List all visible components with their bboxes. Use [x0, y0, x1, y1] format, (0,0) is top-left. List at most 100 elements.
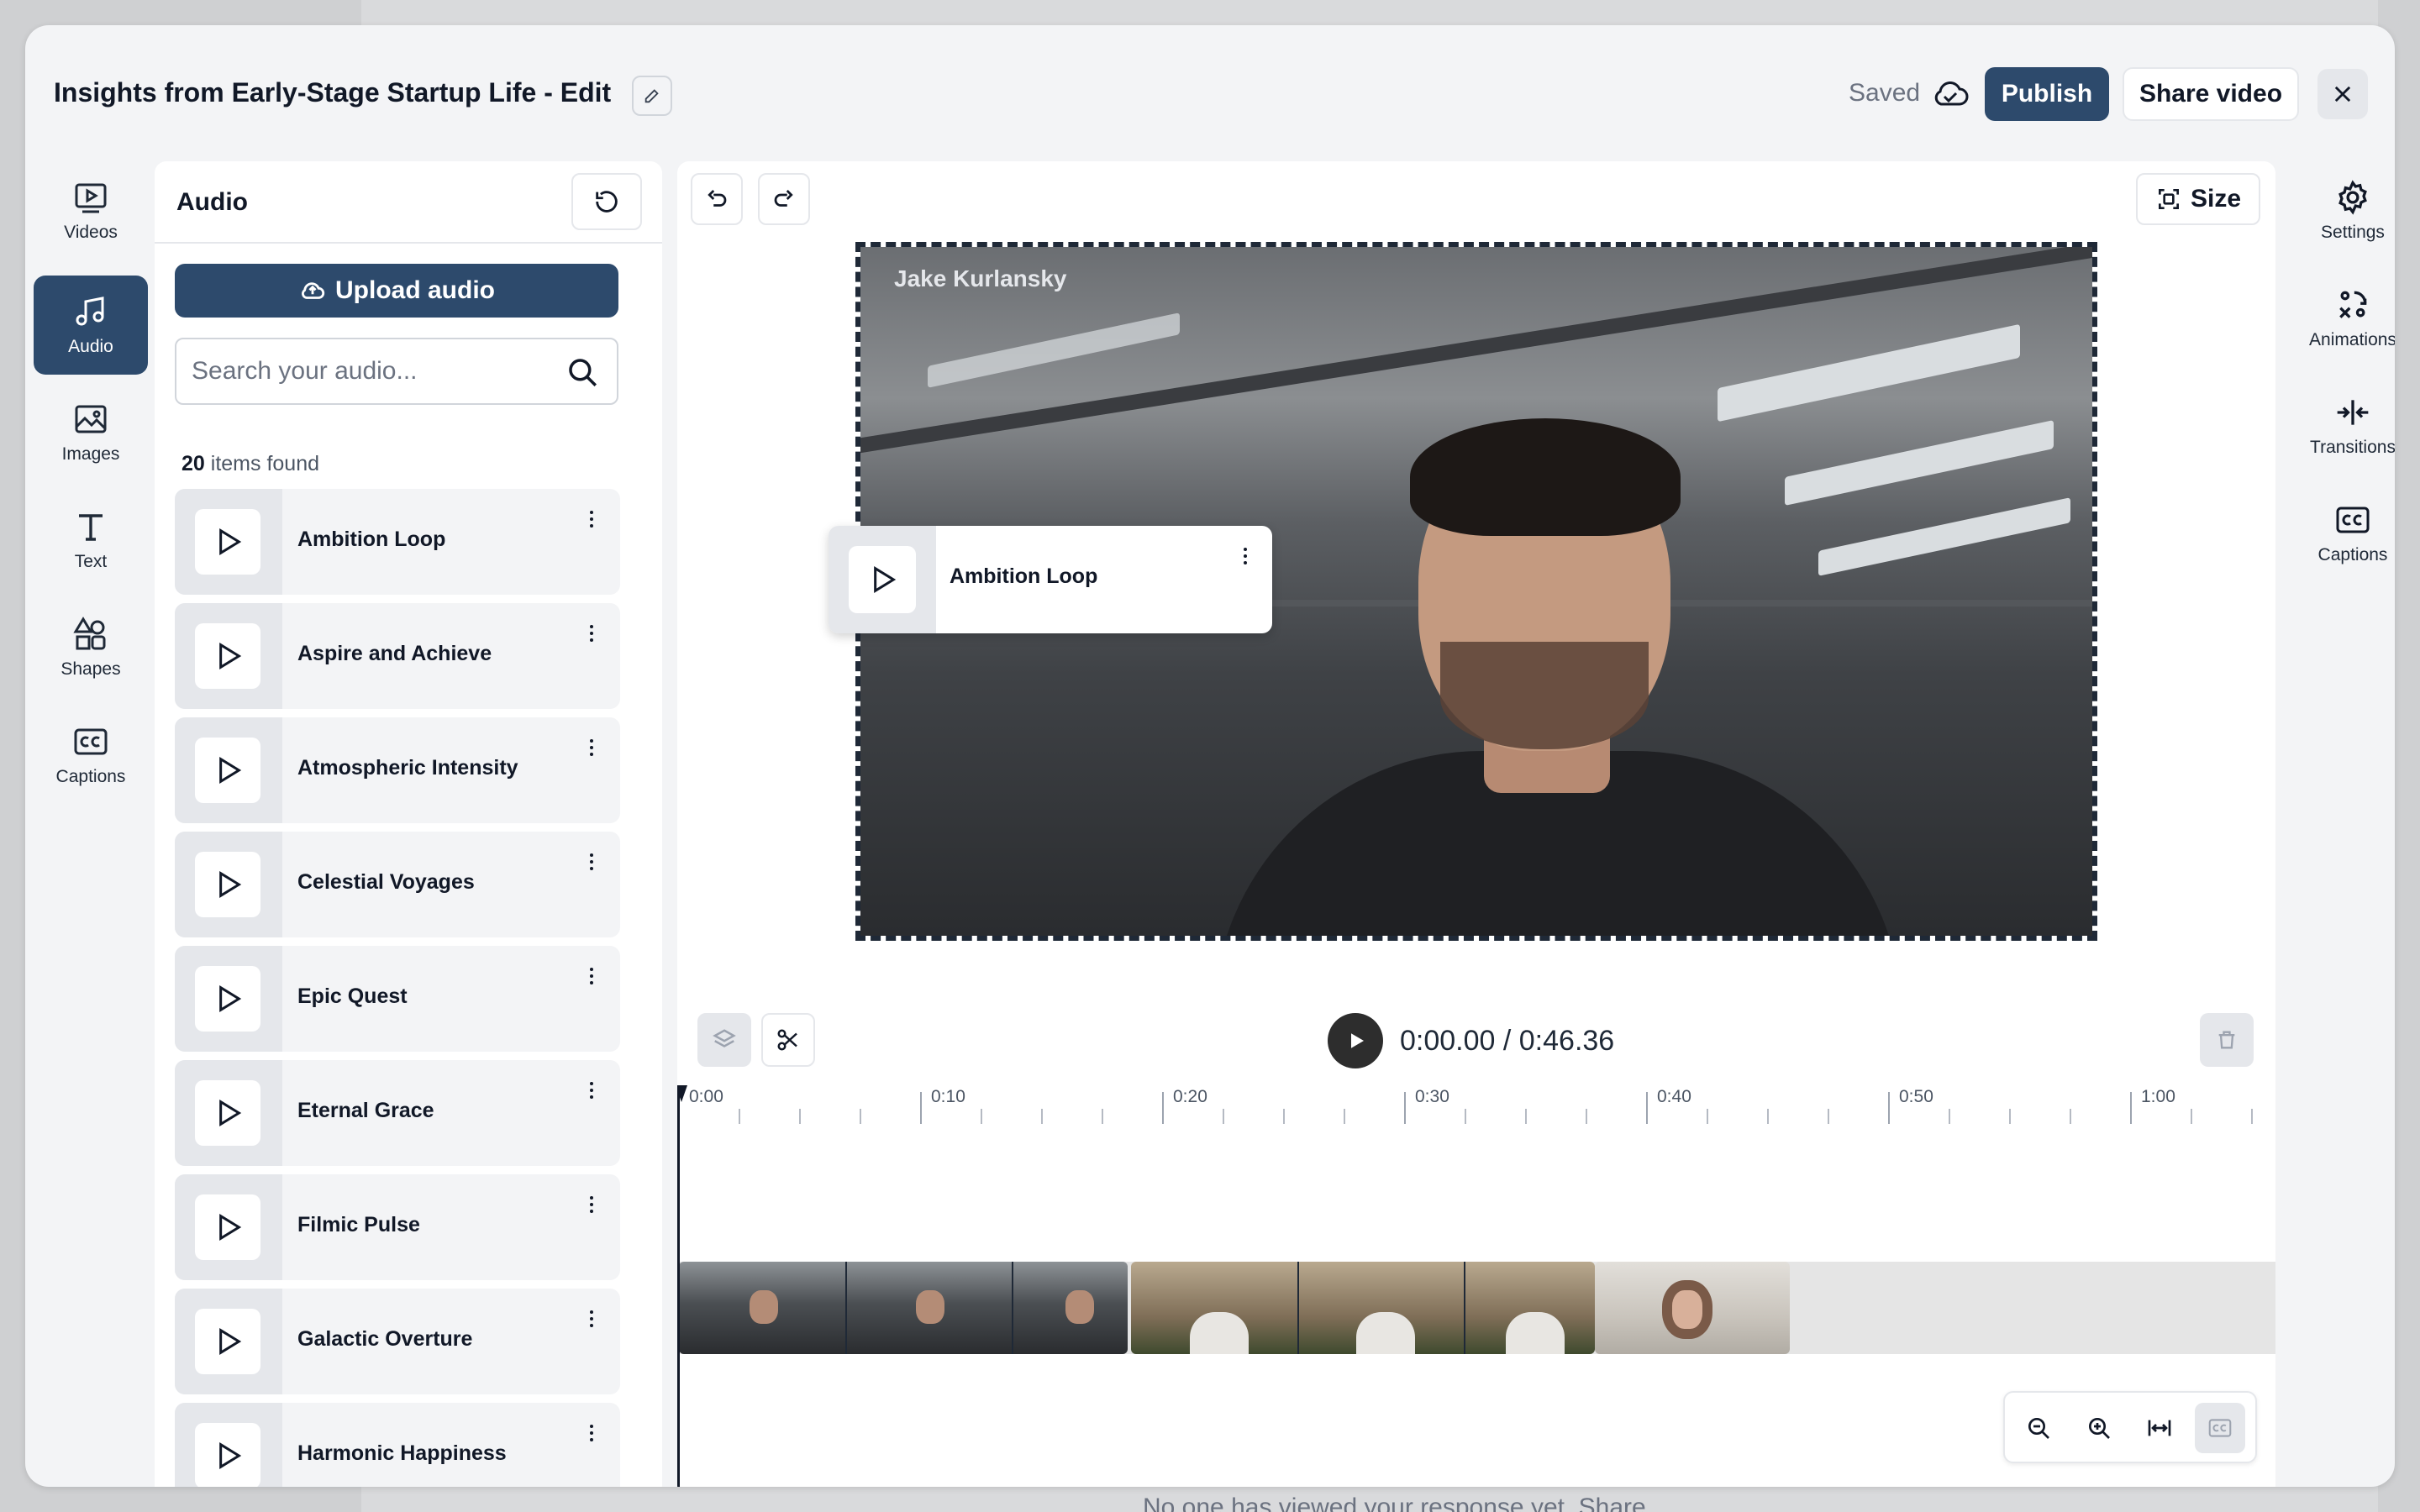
- audio-track-name: Filmic Pulse: [297, 1213, 420, 1236]
- audio-list-item[interactable]: Celestial Voyages: [175, 832, 620, 937]
- play-button[interactable]: [195, 623, 260, 689]
- audio-list-item[interactable]: Galactic Overture: [175, 1289, 620, 1394]
- zoom-out-button[interactable]: [2013, 1403, 2064, 1453]
- split-button[interactable]: [761, 1013, 815, 1067]
- play-icon: [219, 1099, 242, 1127]
- transition-icon: [2337, 400, 2369, 425]
- play-button[interactable]: [195, 1423, 260, 1487]
- audio-list-item[interactable]: Atmospheric Intensity: [175, 717, 620, 823]
- more-options-button[interactable]: [575, 731, 608, 764]
- rail-item-transitions[interactable]: Transitions: [2294, 376, 2395, 475]
- play-button[interactable]: [195, 738, 260, 803]
- items-count-suffix: items found: [210, 452, 320, 475]
- fit-width-icon: [2148, 1420, 2171, 1436]
- rail-label: Captions: [55, 767, 126, 786]
- audio-list-item[interactable]: Eternal Grace: [175, 1060, 620, 1166]
- more-options-button[interactable]: [575, 617, 608, 650]
- play-icon: [219, 528, 242, 556]
- delete-button[interactable]: [2200, 1013, 2254, 1067]
- more-options-button[interactable]: [575, 845, 608, 879]
- dragged-audio-card[interactable]: Ambition Loop: [829, 526, 1272, 633]
- reset-button[interactable]: [571, 173, 642, 230]
- publish-button[interactable]: Publish: [1985, 67, 2109, 121]
- audio-track-name: Atmospheric Intensity: [297, 756, 518, 780]
- rail-item-captions-right[interactable]: Captions: [2294, 484, 2395, 583]
- rail-item-audio[interactable]: Audio: [34, 276, 148, 375]
- rail-item-text[interactable]: Text: [34, 491, 148, 590]
- audio-list-item[interactable]: Filmic Pulse: [175, 1174, 620, 1280]
- upload-audio-button[interactable]: Upload audio: [175, 264, 618, 318]
- more-vertical-icon: [590, 511, 593, 528]
- rail-item-shapes[interactable]: Shapes: [34, 598, 148, 697]
- image-icon: [75, 405, 107, 433]
- rail-item-videos[interactable]: Videos: [34, 161, 148, 260]
- timeline-playhead[interactable]: [677, 1087, 680, 1487]
- time-display: 0:00.00 / 0:46.36: [1400, 1025, 1615, 1057]
- timeline-play-button[interactable]: [1328, 1013, 1383, 1068]
- more-options-button[interactable]: [575, 1302, 608, 1336]
- video-preview-panel: Size Jake Kurlansky Ambition Loop: [677, 161, 2275, 1062]
- upload-audio-label: Upload audio: [335, 276, 495, 304]
- audio-track-name: Ambition Loop: [950, 564, 1098, 588]
- rail-label: Captions: [2317, 545, 2388, 564]
- more-options-button[interactable]: [575, 1074, 608, 1107]
- undo-button[interactable]: [691, 173, 743, 225]
- more-options-button[interactable]: [575, 1188, 608, 1221]
- redo-button[interactable]: [758, 173, 810, 225]
- rail-item-animations[interactable]: Animations: [2294, 269, 2395, 368]
- trash-icon: [2218, 1031, 2235, 1049]
- audio-panel: Audio Upload audio 20 items found Ambiti…: [155, 161, 662, 1487]
- play-icon: [1351, 1033, 1364, 1048]
- cc-icon: [2336, 507, 2370, 533]
- zoom-in-button[interactable]: [2074, 1403, 2124, 1453]
- audio-list-item[interactable]: Aspire and Achieve: [175, 603, 620, 709]
- timeline-panel: 0:00.00 / 0:46.36 0:00 0:10 0:20 0:30 0:40 0:…: [677, 993, 2275, 1487]
- pencil-icon: [644, 89, 659, 103]
- edit-title-button[interactable]: [632, 76, 672, 116]
- play-icon: [219, 1213, 242, 1242]
- video-play-icon: [75, 183, 107, 213]
- play-button[interactable]: [195, 509, 260, 575]
- audio-track-name: Celestial Voyages: [297, 870, 475, 894]
- more-options-button[interactable]: [575, 1416, 608, 1450]
- video-clip-1[interactable]: [679, 1262, 1128, 1354]
- audio-list-item[interactable]: Harmonic Happiness: [175, 1403, 620, 1487]
- play-button[interactable]: [849, 546, 916, 613]
- video-clip-2[interactable]: [1131, 1262, 1595, 1354]
- play-button[interactable]: [195, 966, 260, 1032]
- more-options-button[interactable]: [575, 959, 608, 993]
- rail-label: Shapes: [60, 659, 121, 679]
- search-input[interactable]: [192, 354, 544, 388]
- ruler-tick-label: 0:50: [1899, 1087, 1933, 1106]
- ruler-tick-label: 0:10: [931, 1087, 965, 1106]
- more-vertical-icon: [590, 968, 593, 984]
- zoom-out-icon: [2028, 1418, 2049, 1439]
- more-options-button[interactable]: [1228, 539, 1262, 573]
- share-video-button[interactable]: Share video: [2123, 67, 2299, 121]
- fit-to-width-button[interactable]: [2134, 1403, 2185, 1453]
- rail-item-captions[interactable]: Captions: [34, 706, 148, 805]
- audio-list-item[interactable]: Ambition Loop: [175, 489, 620, 595]
- play-button[interactable]: [195, 1080, 260, 1146]
- items-count: 20 items found: [182, 452, 319, 476]
- audio-list-item[interactable]: Epic Quest: [175, 946, 620, 1052]
- captions-toggle-button[interactable]: [2195, 1403, 2245, 1453]
- rail-item-images[interactable]: Images: [34, 383, 148, 482]
- cc-icon: [74, 728, 108, 755]
- rail-item-settings[interactable]: Settings: [2294, 161, 2395, 260]
- play-button[interactable]: [195, 1309, 260, 1374]
- video-clip-3[interactable]: [1595, 1262, 1790, 1354]
- more-options-button[interactable]: [575, 502, 608, 536]
- more-vertical-icon: [590, 1082, 593, 1099]
- play-button[interactable]: [195, 852, 260, 917]
- layers-button[interactable]: [697, 1013, 751, 1067]
- audio-track-name: Epic Quest: [297, 984, 408, 1008]
- background-footer-text: No one has viewed your response yet. Sha…: [1143, 1494, 1646, 1512]
- speaker-name-overlay: Jake Kurlansky: [894, 265, 1067, 291]
- close-button[interactable]: [2317, 69, 2368, 119]
- cloud-upload-icon: [302, 282, 325, 299]
- rail-label: Videos: [64, 223, 118, 242]
- search-icon[interactable]: [565, 354, 600, 390]
- size-button[interactable]: Size: [2136, 173, 2260, 225]
- play-button[interactable]: [195, 1194, 260, 1260]
